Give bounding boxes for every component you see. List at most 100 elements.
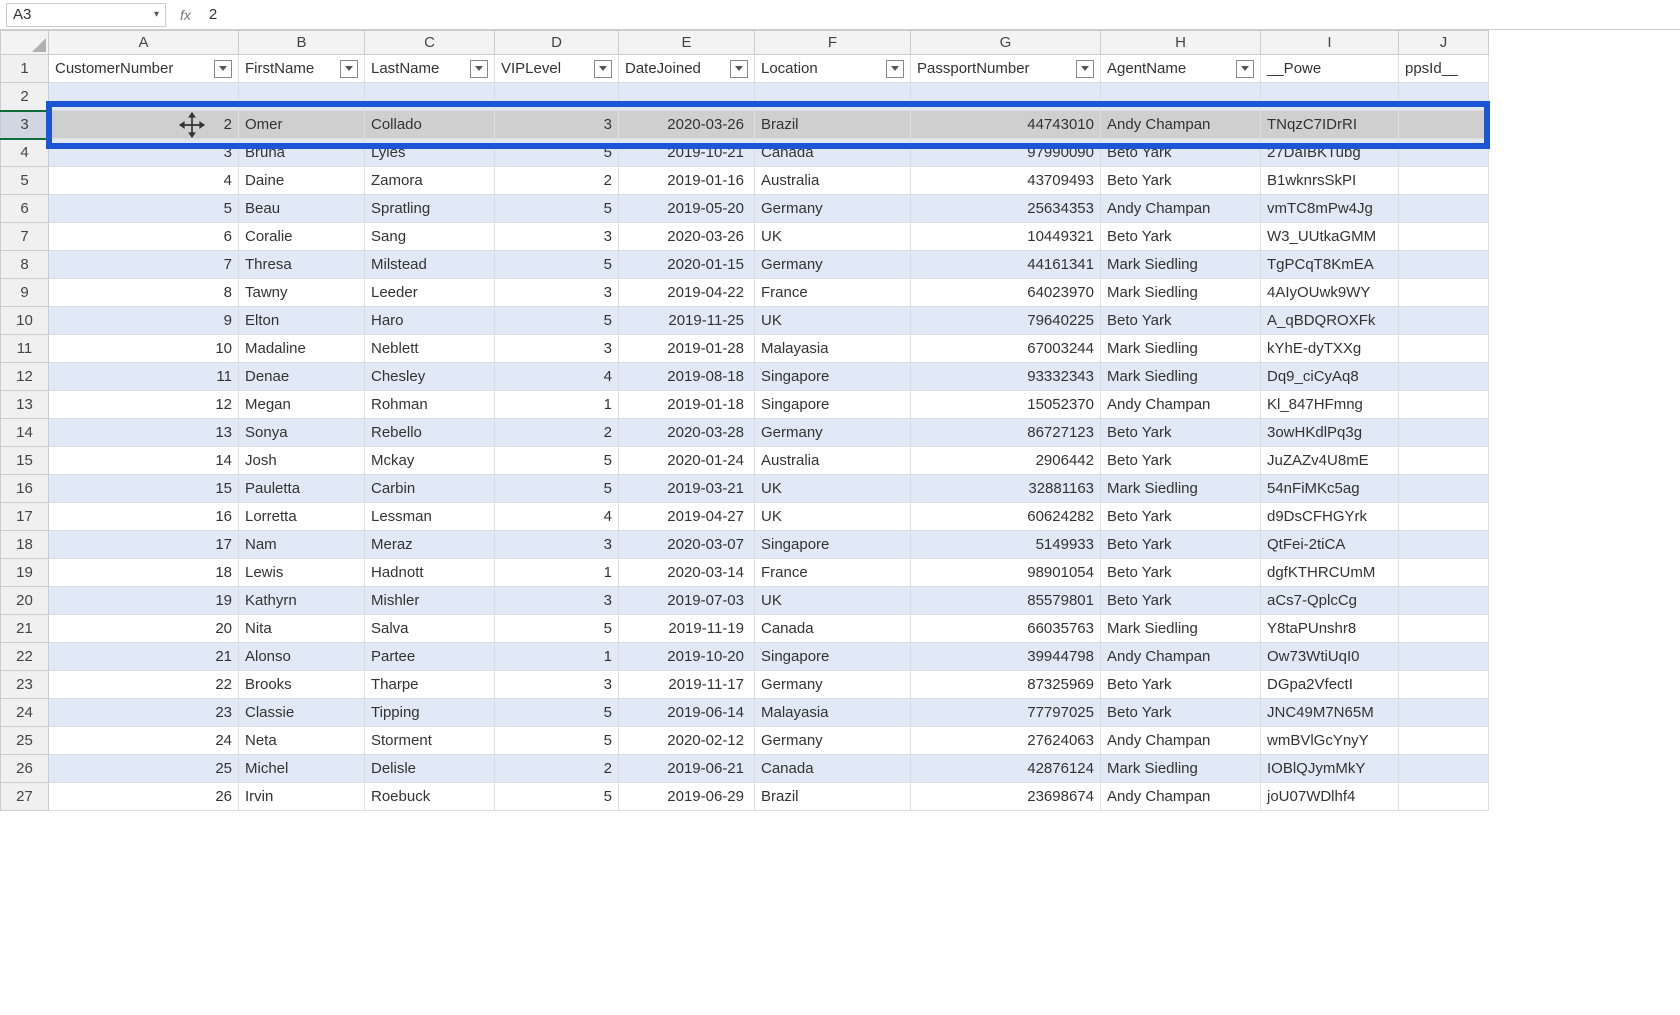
- cell[interactable]: UK: [755, 475, 911, 503]
- cell[interactable]: 64023970: [911, 279, 1101, 307]
- cell[interactable]: 5: [495, 727, 619, 755]
- cell[interactable]: [1399, 111, 1489, 139]
- cell[interactable]: 60624282: [911, 503, 1101, 531]
- column-header-J[interactable]: J: [1399, 31, 1489, 55]
- cell[interactable]: Brazil: [755, 111, 911, 139]
- cell[interactable]: [1399, 727, 1489, 755]
- cell[interactable]: Dq9_ciCyAq8: [1261, 363, 1399, 391]
- cell[interactable]: DGpa2VfectI: [1261, 671, 1399, 699]
- cell[interactable]: 5: [495, 195, 619, 223]
- cell[interactable]: Lewis: [239, 559, 365, 587]
- cell[interactable]: Alonso: [239, 643, 365, 671]
- cell[interactable]: A_qBDQROXFk: [1261, 307, 1399, 335]
- cell[interactable]: 26: [49, 783, 239, 811]
- cell[interactable]: 23: [49, 699, 239, 727]
- cell[interactable]: 10449321: [911, 223, 1101, 251]
- row-header[interactable]: 2: [1, 83, 49, 111]
- row-header[interactable]: 11: [1, 335, 49, 363]
- cell[interactable]: Milstead: [365, 251, 495, 279]
- row-header[interactable]: 4: [1, 139, 49, 167]
- cell[interactable]: Singapore: [755, 363, 911, 391]
- cell[interactable]: Neta: [239, 727, 365, 755]
- cell[interactable]: Mishler: [365, 587, 495, 615]
- cell[interactable]: Beto Yark: [1101, 503, 1261, 531]
- cell[interactable]: 10: [49, 335, 239, 363]
- cell[interactable]: 79640225: [911, 307, 1101, 335]
- cell[interactable]: [755, 83, 911, 111]
- cell[interactable]: UK: [755, 223, 911, 251]
- cell[interactable]: 2019-01-28: [619, 335, 755, 363]
- cell[interactable]: Malayasia: [755, 699, 911, 727]
- row-header[interactable]: 10: [1, 307, 49, 335]
- table-header-cell[interactable]: DateJoined: [619, 55, 755, 83]
- cell[interactable]: Omer: [239, 111, 365, 139]
- cell[interactable]: Storment: [365, 727, 495, 755]
- cell[interactable]: 2019-07-03: [619, 587, 755, 615]
- formula-input[interactable]: 2: [205, 4, 1674, 25]
- cell[interactable]: 13: [49, 419, 239, 447]
- fx-icon[interactable]: fx: [180, 7, 191, 23]
- cell[interactable]: [1101, 83, 1261, 111]
- cell[interactable]: 25: [49, 755, 239, 783]
- cell[interactable]: Ow73WtiUqI0: [1261, 643, 1399, 671]
- cell[interactable]: 22: [49, 671, 239, 699]
- cell[interactable]: 2020-02-12: [619, 727, 755, 755]
- column-header-B[interactable]: B: [239, 31, 365, 55]
- cell[interactable]: 98901054: [911, 559, 1101, 587]
- cell[interactable]: 2020-03-07: [619, 531, 755, 559]
- cell[interactable]: W3_UUtkaGMM: [1261, 223, 1399, 251]
- row-header[interactable]: 3: [1, 111, 49, 139]
- cell[interactable]: Beto Yark: [1101, 167, 1261, 195]
- cell[interactable]: aCs7-QplcCg: [1261, 587, 1399, 615]
- cell[interactable]: Megan: [239, 391, 365, 419]
- cell[interactable]: joU07WDlhf4: [1261, 783, 1399, 811]
- cell[interactable]: 2019-10-21: [619, 139, 755, 167]
- cell[interactable]: Delisle: [365, 755, 495, 783]
- cell[interactable]: 3: [495, 335, 619, 363]
- cell[interactable]: Australia: [755, 447, 911, 475]
- cell[interactable]: 5: [495, 475, 619, 503]
- cell[interactable]: 27624063: [911, 727, 1101, 755]
- name-box[interactable]: A3 ▾: [6, 3, 166, 27]
- cell[interactable]: 5: [495, 251, 619, 279]
- cell[interactable]: Bruna: [239, 139, 365, 167]
- cell[interactable]: Madaline: [239, 335, 365, 363]
- table-header-cell[interactable]: Location: [755, 55, 911, 83]
- cell[interactable]: 5: [495, 699, 619, 727]
- cell[interactable]: 2020-01-15: [619, 251, 755, 279]
- row-header[interactable]: 17: [1, 503, 49, 531]
- cell[interactable]: Carbin: [365, 475, 495, 503]
- cell[interactable]: Beto Yark: [1101, 531, 1261, 559]
- cell[interactable]: [1261, 83, 1399, 111]
- cell[interactable]: Leeder: [365, 279, 495, 307]
- cell[interactable]: Andy Champan: [1101, 727, 1261, 755]
- cell[interactable]: 25634353: [911, 195, 1101, 223]
- cell[interactable]: 5: [495, 139, 619, 167]
- cell[interactable]: 87325969: [911, 671, 1101, 699]
- cell[interactable]: 77797025: [911, 699, 1101, 727]
- cell[interactable]: Kathyrn: [239, 587, 365, 615]
- cell[interactable]: [1399, 783, 1489, 811]
- cell[interactable]: Mckay: [365, 447, 495, 475]
- cell[interactable]: Andy Champan: [1101, 391, 1261, 419]
- cell[interactable]: 24: [49, 727, 239, 755]
- row-header[interactable]: 9: [1, 279, 49, 307]
- column-header-D[interactable]: D: [495, 31, 619, 55]
- cell[interactable]: Neblett: [365, 335, 495, 363]
- cell[interactable]: Coralie: [239, 223, 365, 251]
- row-header[interactable]: 25: [1, 727, 49, 755]
- cell[interactable]: JuZAZv4U8mE: [1261, 447, 1399, 475]
- cell[interactable]: Haro: [365, 307, 495, 335]
- table-header-cell[interactable]: ppsId__: [1399, 55, 1489, 83]
- cell[interactable]: Mark Siedling: [1101, 363, 1261, 391]
- cell[interactable]: [49, 83, 239, 111]
- cell[interactable]: 18: [49, 559, 239, 587]
- cell[interactable]: JNC49M7N65M: [1261, 699, 1399, 727]
- cell[interactable]: 3: [495, 671, 619, 699]
- cell[interactable]: 2019-08-18: [619, 363, 755, 391]
- cell[interactable]: Sang: [365, 223, 495, 251]
- cell[interactable]: Rohman: [365, 391, 495, 419]
- row-header[interactable]: 23: [1, 671, 49, 699]
- cell[interactable]: Brooks: [239, 671, 365, 699]
- cell[interactable]: 39944798: [911, 643, 1101, 671]
